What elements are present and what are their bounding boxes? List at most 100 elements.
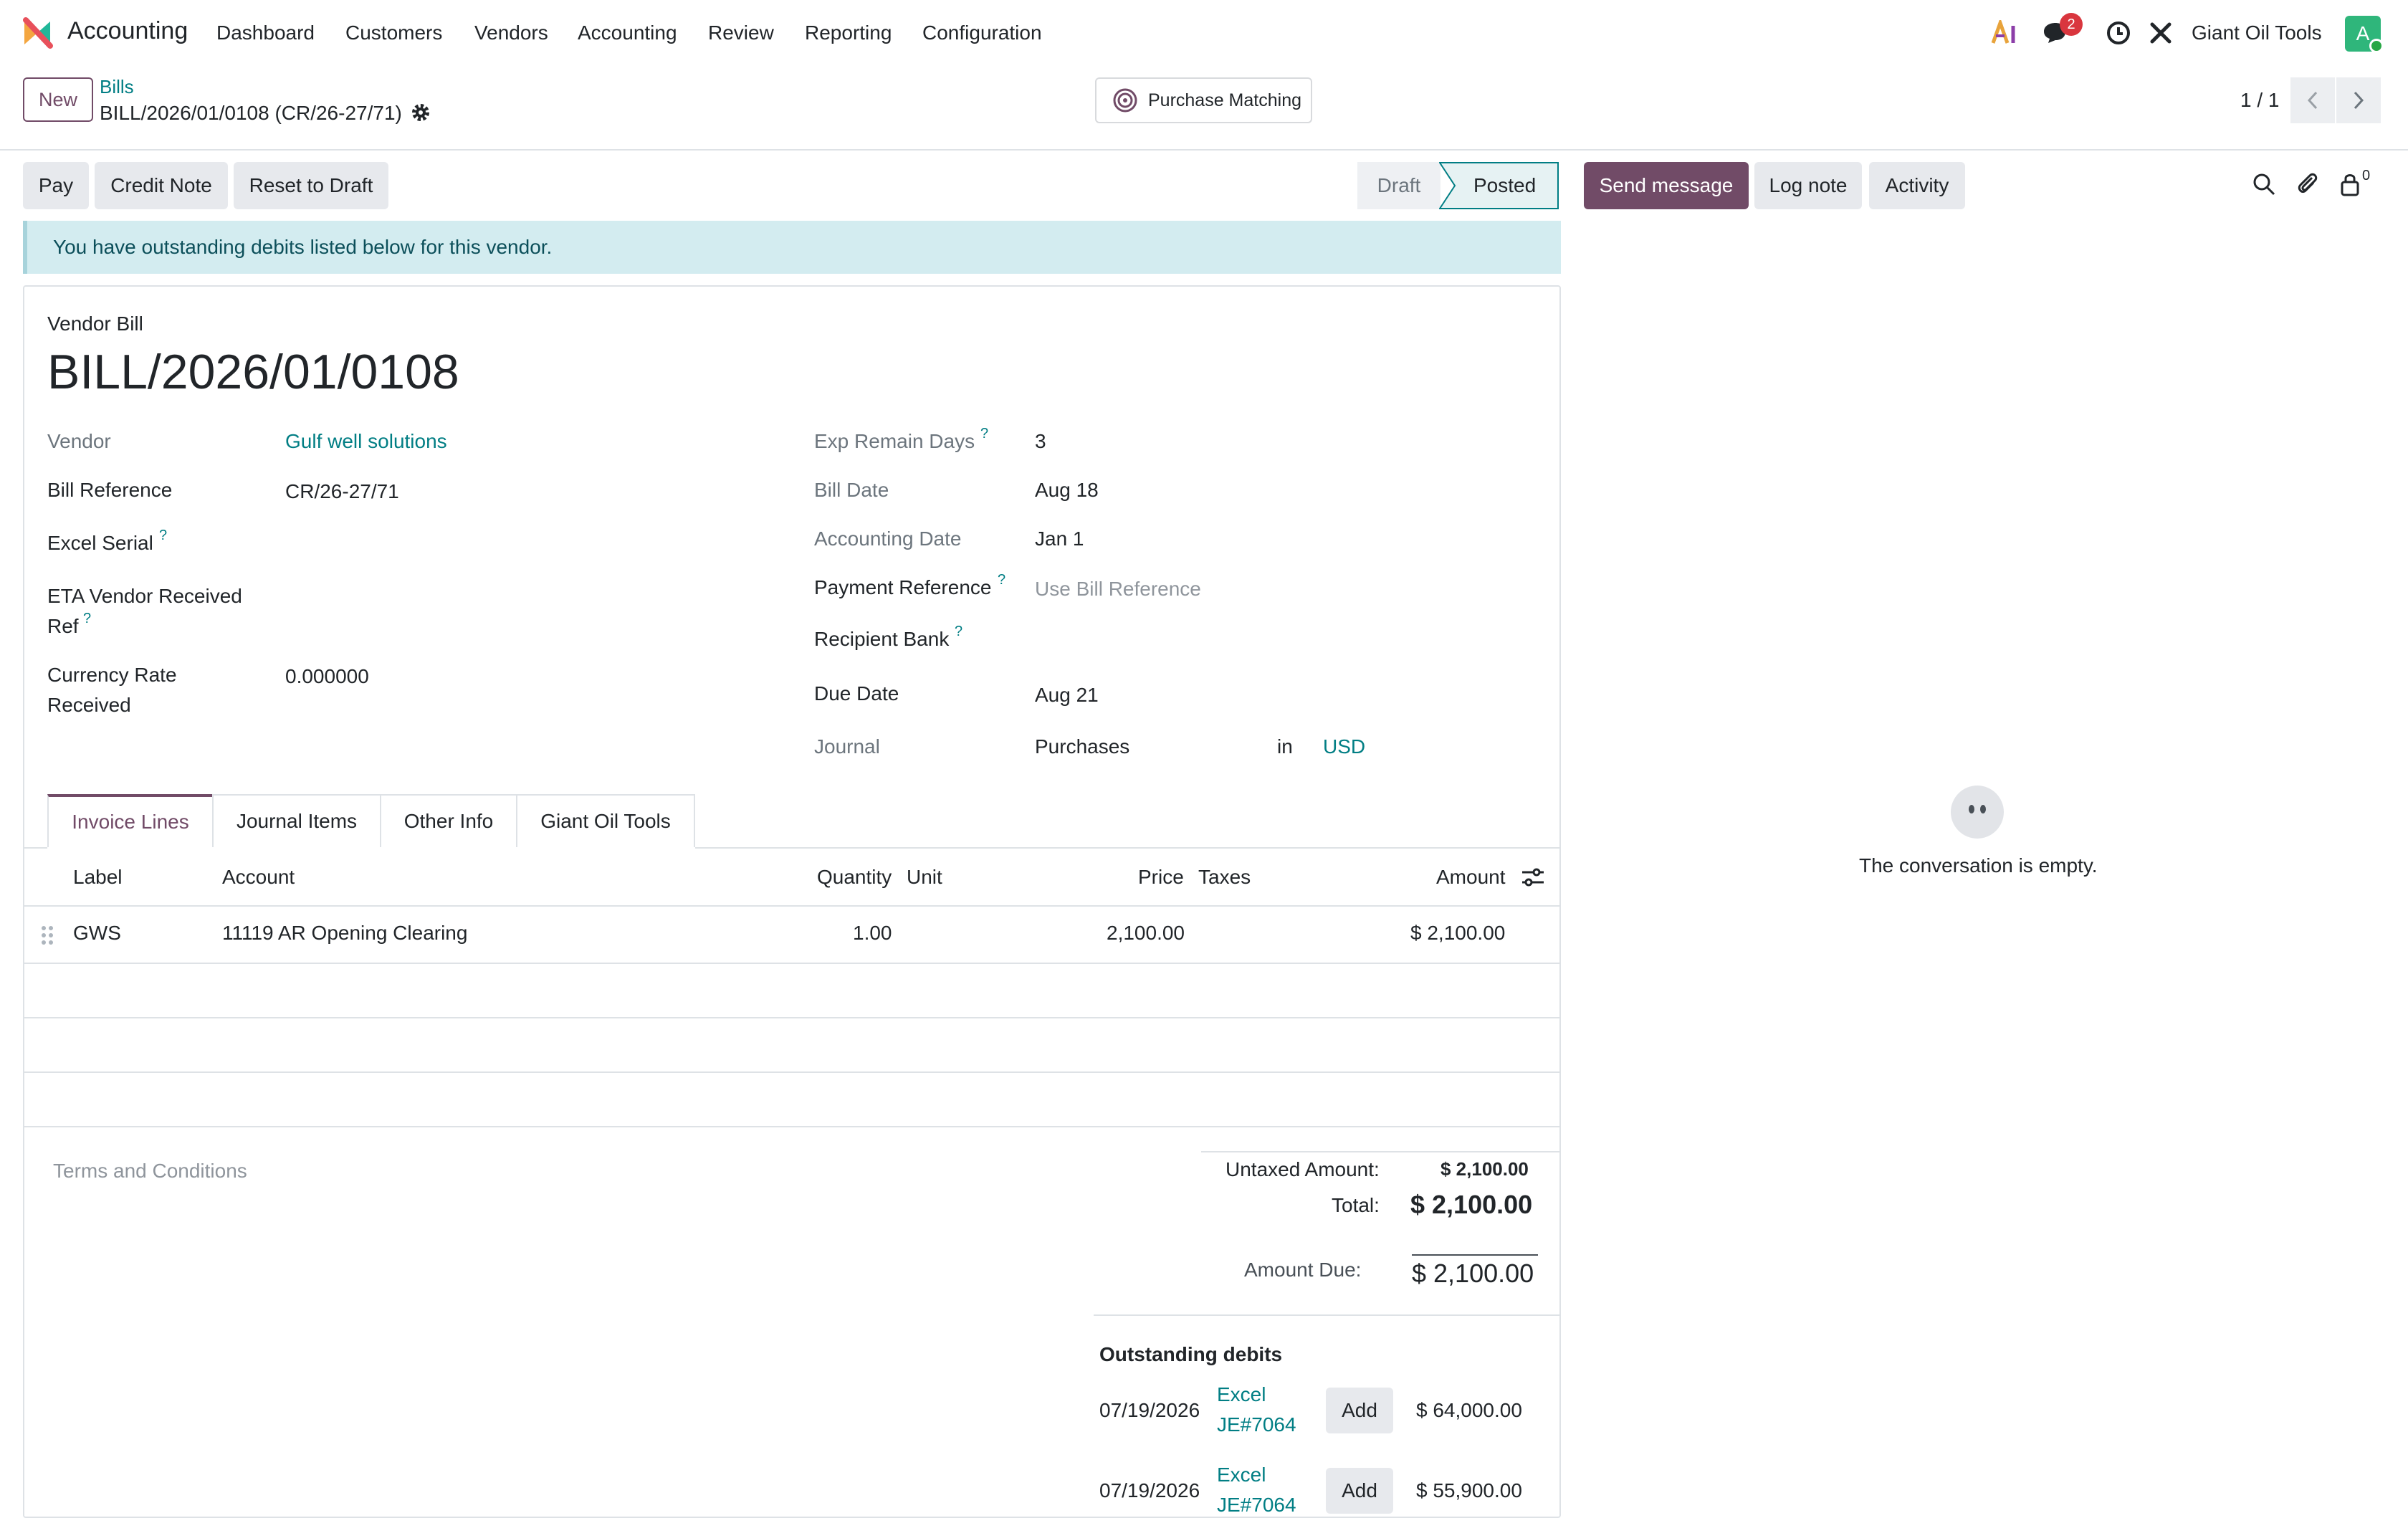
send-message-button[interactable]: Send message bbox=[1584, 162, 1749, 209]
exp-remain-help-icon[interactable]: ? bbox=[980, 426, 988, 442]
breadcrumb-bills[interactable]: Bills bbox=[100, 76, 134, 98]
search-icon[interactable] bbox=[2252, 172, 2276, 196]
bill-date-label: Bill Date bbox=[814, 479, 889, 501]
purchase-matching-button[interactable]: Purchase Matching bbox=[1095, 77, 1312, 123]
credit-note-button[interactable]: Credit Note bbox=[95, 162, 228, 209]
outstanding-ref-2-line2[interactable]: JE#7064 bbox=[1217, 1494, 1296, 1517]
due-date-field[interactable]: Aug 21 bbox=[1035, 684, 1099, 707]
bill-date-field[interactable]: Aug 18 bbox=[1035, 479, 1099, 502]
outstanding-divider bbox=[1094, 1314, 1559, 1316]
col-amount[interactable]: Amount bbox=[1436, 866, 1506, 889]
currency-rate-label-line2: Received bbox=[47, 694, 131, 716]
excel-serial-help-icon[interactable]: ? bbox=[159, 528, 167, 544]
tab-invoice-lines[interactable]: Invoice Lines bbox=[47, 794, 214, 847]
debug-tools-icon[interactable] bbox=[2146, 17, 2176, 49]
table-header-divider bbox=[24, 905, 1559, 907]
vendor-field[interactable]: Gulf well solutions bbox=[285, 430, 447, 453]
row-divider-2 bbox=[24, 1017, 1559, 1018]
outstanding-ref-2[interactable]: Excel bbox=[1217, 1464, 1266, 1486]
outstanding-ref-1[interactable]: Excel bbox=[1217, 1383, 1266, 1406]
tab-journal-items[interactable]: Journal Items bbox=[212, 794, 381, 847]
form-sheet bbox=[23, 285, 1561, 1518]
outstanding-ref-1-line2[interactable]: JE#7064 bbox=[1217, 1413, 1296, 1436]
drag-handle-icon[interactable] bbox=[40, 925, 54, 946]
totals-top-divider bbox=[1201, 1151, 1559, 1152]
recipient-bank-field[interactable] bbox=[1035, 624, 1522, 652]
document-type: Vendor Bill bbox=[47, 312, 143, 335]
column-settings-icon[interactable] bbox=[1521, 866, 1545, 889]
row-divider-3 bbox=[24, 1071, 1559, 1073]
col-taxes[interactable]: Taxes bbox=[1198, 866, 1251, 889]
ai-icon[interactable] bbox=[1989, 17, 2020, 49]
col-quantity[interactable]: Quantity bbox=[817, 866, 892, 889]
top-navbar: Accounting Dashboard Customers Vendors A… bbox=[0, 0, 2408, 66]
tab-other-info[interactable]: Other Info bbox=[380, 794, 517, 847]
messages-badge: 2 bbox=[2060, 13, 2083, 36]
total-label: Total: bbox=[1332, 1194, 1380, 1216]
outstanding-add-button-2[interactable]: Add bbox=[1326, 1468, 1393, 1514]
pager-value[interactable]: 1 / 1 bbox=[2240, 89, 2279, 112]
line-label[interactable]: GWS bbox=[73, 922, 121, 945]
conversation-empty-text: The conversation is empty. bbox=[1859, 854, 2098, 877]
app-logo-icon[interactable] bbox=[22, 17, 53, 49]
pager-previous-button[interactable] bbox=[2290, 77, 2335, 123]
log-note-button[interactable]: Log note bbox=[1754, 162, 1862, 209]
chevron-left-icon bbox=[2307, 91, 2318, 110]
line-quantity[interactable]: 1.00 bbox=[853, 922, 892, 945]
vendor-label: Vendor bbox=[47, 430, 111, 452]
new-button[interactable]: New bbox=[23, 77, 93, 122]
menu-review[interactable]: Review bbox=[708, 22, 774, 44]
journal-currency-field[interactable]: USD bbox=[1323, 735, 1365, 758]
outstanding-add-button-1[interactable]: Add bbox=[1326, 1388, 1393, 1433]
col-account[interactable]: Account bbox=[222, 866, 295, 889]
company-switcher[interactable]: Giant Oil Tools bbox=[2192, 22, 2322, 44]
pay-button[interactable]: Pay bbox=[23, 162, 89, 209]
menu-configuration[interactable]: Configuration bbox=[922, 22, 1042, 44]
followers-lock-icon[interactable] bbox=[2339, 172, 2361, 196]
activity-clock-icon[interactable] bbox=[2103, 17, 2134, 49]
target-icon bbox=[1113, 88, 1137, 113]
menu-dashboard[interactable]: Dashboard bbox=[216, 22, 315, 44]
menu-customers[interactable]: Customers bbox=[345, 22, 442, 44]
outstanding-debits-alert: You have outstanding debits listed below… bbox=[23, 221, 1561, 274]
menu-accounting[interactable]: Accounting bbox=[578, 22, 677, 44]
app-name[interactable]: Accounting bbox=[67, 17, 188, 45]
accounting-date-field[interactable]: Jan 1 bbox=[1035, 528, 1084, 550]
gear-icon[interactable] bbox=[410, 102, 431, 123]
recipient-bank-help-icon[interactable]: ? bbox=[955, 624, 962, 640]
reset-to-draft-button[interactable]: Reset to Draft bbox=[234, 162, 388, 209]
terms-and-conditions-field[interactable]: Terms and Conditions bbox=[53, 1160, 247, 1183]
status-draft[interactable]: Draft bbox=[1357, 162, 1440, 209]
payment-reference-field[interactable]: Use Bill Reference bbox=[1035, 578, 1201, 601]
tabs-divider-left bbox=[24, 847, 47, 849]
tab-giant-oil-tools[interactable]: Giant Oil Tools bbox=[516, 794, 695, 847]
col-unit[interactable]: Unit bbox=[907, 866, 942, 889]
journal-in-text: in bbox=[1277, 735, 1293, 758]
paperclip-icon[interactable] bbox=[2295, 171, 2319, 196]
journal-field[interactable]: Purchases bbox=[1035, 735, 1129, 758]
untaxed-amount-value: $ 2,100.00 bbox=[1440, 1158, 1529, 1180]
online-status-dot bbox=[2369, 39, 2384, 53]
line-price[interactable]: 2,100.00 bbox=[1107, 922, 1185, 945]
eta-vendor-label: ETA Vendor Received bbox=[47, 585, 242, 607]
col-price[interactable]: Price bbox=[1138, 866, 1184, 889]
menu-vendors[interactable]: Vendors bbox=[474, 22, 548, 44]
pager-next-button[interactable] bbox=[2336, 77, 2381, 123]
line-account[interactable]: 11119 AR Opening Clearing bbox=[222, 922, 467, 945]
excel-serial-field[interactable] bbox=[285, 528, 744, 556]
eta-vendor-help-icon[interactable]: ? bbox=[83, 611, 91, 627]
payment-reference-label: Payment Reference bbox=[814, 576, 992, 598]
accounting-date-label: Accounting Date bbox=[814, 528, 962, 550]
eta-vendor-label-line2: Ref bbox=[47, 615, 79, 637]
exp-remain-days-label: Exp Remain Days bbox=[814, 430, 975, 452]
activity-button[interactable]: Activity bbox=[1869, 162, 1965, 209]
row-divider-4 bbox=[24, 1126, 1559, 1127]
currency-rate-field[interactable]: 0.000000 bbox=[285, 665, 369, 688]
breadcrumb-current: BILL/2026/01/0108 (CR/26-27/71) bbox=[100, 102, 402, 124]
payment-reference-help-icon[interactable]: ? bbox=[998, 572, 1005, 588]
menu-reporting[interactable]: Reporting bbox=[805, 22, 892, 44]
bill-reference-field[interactable]: CR/26-27/71 bbox=[285, 480, 399, 503]
eta-vendor-field[interactable] bbox=[285, 585, 744, 614]
empty-conversation-icon bbox=[1951, 786, 2004, 839]
col-label[interactable]: Label bbox=[73, 866, 123, 889]
